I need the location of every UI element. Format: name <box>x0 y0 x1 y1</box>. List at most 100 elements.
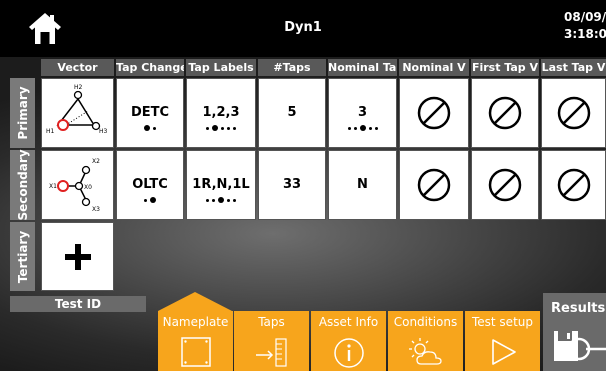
top-bar: Dyn1 08/09/201 3:18:03 P <box>0 0 606 57</box>
primary-num-taps-cell[interactable]: 5 <box>258 78 326 148</box>
secondary-tap-changer-cell[interactable]: OLTC <box>116 150 184 220</box>
empty-circle-slash-icon <box>488 168 522 202</box>
tab-nameplate-label: Nameplate <box>162 315 229 329</box>
selected-position-dot <box>144 125 150 131</box>
position-dot <box>227 126 230 130</box>
active-tab-indicator <box>158 292 232 311</box>
column-header-nominal-v: Nominal V <box>399 59 469 76</box>
position-dot <box>233 198 236 202</box>
tab-conditions-label: Conditions <box>393 315 458 329</box>
secondary-first-tap-v-cell[interactable] <box>471 150 539 220</box>
weather-icon <box>408 338 442 365</box>
vector-label-h1: H1 <box>46 128 55 135</box>
tab-asset-info-label: Asset Info <box>318 315 379 329</box>
position-dot <box>206 198 209 202</box>
results-button[interactable]: Results <box>543 293 606 371</box>
primary-tap-changer-dots <box>117 124 183 132</box>
empty-circle-slash-icon <box>557 168 590 202</box>
position-dot <box>206 126 209 130</box>
secondary-num-taps-value: 33 <box>282 177 302 192</box>
primary-nominal-v-cell[interactable] <box>399 78 469 148</box>
secondary-nominal-tap-value: N <box>357 177 368 192</box>
selected-position-dot <box>212 125 218 131</box>
empty-circle-slash-icon <box>488 96 522 130</box>
tab-taps[interactable]: Taps <box>234 311 309 371</box>
column-header-vector: Vector <box>41 59 114 76</box>
primary-tap-labels-value: 1,2,3 <box>202 105 240 120</box>
date-readout: 08/09/201 <box>564 10 606 24</box>
primary-last-tap-v-cell[interactable] <box>541 78 606 148</box>
row-label-primary-text: Primary <box>15 86 30 140</box>
position-dot <box>212 198 215 202</box>
position-dot <box>368 126 372 130</box>
results-icon <box>554 331 606 361</box>
tab-nameplate-body[interactable]: Nameplate <box>158 311 233 371</box>
vector-label-x3: X3 <box>92 206 100 213</box>
selected-position-dot <box>359 125 366 131</box>
tab-nameplate[interactable]: Nameplate <box>158 292 233 371</box>
wye-vector-icon: X2 X1 X0 X3 <box>49 158 100 213</box>
delta-vector-icon: H2 H1 H3 <box>46 84 108 135</box>
results-label: Results <box>551 301 606 316</box>
vector-label-x2: X2 <box>92 158 100 165</box>
secondary-last-tap-v-cell[interactable] <box>541 150 606 220</box>
add-tertiary-button[interactable] <box>41 222 114 291</box>
empty-circle-slash-icon <box>417 168 451 202</box>
column-header-last-tap-v: Last Tap V <box>541 59 606 76</box>
info-icon <box>333 338 364 368</box>
position-dot <box>353 126 357 130</box>
nameplate-icon <box>180 337 211 367</box>
position-dot <box>221 126 224 130</box>
secondary-tap-changer-value: OLTC <box>132 177 168 192</box>
tab-asset-info[interactable]: Asset Info <box>311 311 386 371</box>
plus-icon <box>64 243 91 270</box>
test-id-label: Test ID <box>10 296 146 312</box>
row-label-tertiary: Tertiary <box>10 222 35 291</box>
primary-tap-labels-dots <box>187 124 255 132</box>
column-header-tap-labels: Tap Labels <box>186 59 256 76</box>
row-label-primary: Primary <box>10 78 35 148</box>
vector-label-x1: X1 <box>49 183 57 190</box>
primary-nominal-tap-dots <box>329 124 396 132</box>
tab-taps-label: Taps <box>258 315 285 329</box>
secondary-num-taps-cell[interactable]: 33 <box>258 150 326 220</box>
primary-nominal-tap-cell[interactable]: 3 <box>328 78 397 148</box>
column-header-nominal-tap: Nominal Tap <box>328 59 397 76</box>
row-label-secondary: Secondary <box>10 149 35 221</box>
empty-circle-slash-icon <box>557 96 590 130</box>
vector-label-x0: X0 <box>84 184 92 191</box>
primary-num-taps-value: 5 <box>287 105 297 120</box>
empty-circle-slash-icon <box>417 96 451 130</box>
primary-tap-labels-cell[interactable]: 1,2,3 <box>186 78 256 148</box>
taps-icon <box>255 338 287 367</box>
tab-test-setup-label: Test setup <box>471 315 533 329</box>
primary-tap-changer-value: DETC <box>130 105 170 120</box>
tab-test-setup[interactable]: Test setup <box>465 311 540 371</box>
primary-vector-cell[interactable]: H2 H1 H3 <box>41 78 114 148</box>
secondary-vector-cell[interactable]: X2 X1 X0 X3 <box>41 150 114 220</box>
row-label-tertiary-text: Tertiary <box>15 230 30 283</box>
secondary-nominal-v-cell[interactable] <box>399 150 469 220</box>
vector-label-h3: H3 <box>99 128 108 135</box>
column-header-num-taps: #Taps <box>258 59 326 76</box>
position-dot <box>374 126 378 130</box>
selected-position-dot <box>150 197 156 203</box>
secondary-nominal-tap-cell[interactable]: N <box>328 150 397 220</box>
column-header-first-tap-v: First Tap V <box>471 59 539 76</box>
row-label-secondary-text: Secondary <box>15 149 30 221</box>
position-dot <box>227 198 230 202</box>
page-title: Dyn1 <box>284 20 322 35</box>
primary-tap-changer-cell[interactable]: DETC <box>116 78 184 148</box>
time-readout: 3:18:03 P <box>564 27 606 41</box>
secondary-tap-labels-value: 1R,N,1L <box>192 177 250 192</box>
play-icon <box>491 339 516 365</box>
vector-label-h2: H2 <box>74 84 83 91</box>
tab-conditions[interactable]: Conditions <box>388 311 463 371</box>
column-header-tap-changer: Tap Changer <box>116 59 184 76</box>
position-dot <box>233 126 236 130</box>
position-dot <box>347 126 351 130</box>
secondary-tap-labels-cell[interactable]: 1R,N,1L <box>186 150 256 220</box>
selected-position-dot <box>218 197 224 203</box>
primary-first-tap-v-cell[interactable] <box>471 78 539 148</box>
secondary-tap-changer-dots <box>117 196 183 204</box>
